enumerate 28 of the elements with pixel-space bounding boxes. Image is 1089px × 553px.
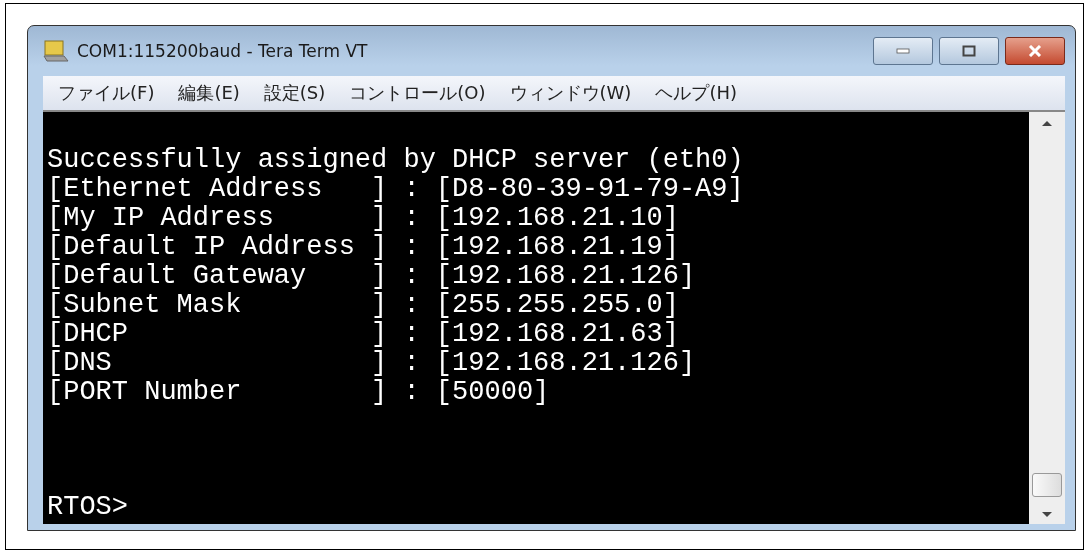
command-prompt: RTOS>	[47, 492, 128, 522]
minimize-button[interactable]	[873, 37, 933, 65]
maximize-button[interactable]	[939, 37, 999, 65]
terminal-line: [Default IP Address ] : [192.168.21.19]	[47, 232, 679, 262]
terminal-line: [DHCP ] : [192.168.21.63]	[47, 319, 679, 349]
menu-item[interactable]: 設定(S)	[263, 81, 326, 105]
terminal-line: [Subnet Mask ] : [255.255.255.0]	[47, 290, 679, 320]
scroll-up-icon[interactable]	[1041, 120, 1053, 127]
menu-item[interactable]: コントロール(O)	[349, 81, 486, 105]
scroll-down-icon[interactable]	[1041, 511, 1053, 518]
terminal-line: [Ethernet Address ] : [D8-80-39-91-79-A9]	[47, 174, 744, 204]
window-title: COM1:115200baud - Tera Term VT	[77, 41, 368, 61]
terminal-line: Successfully assigned by DHCP server (eth0)	[47, 145, 744, 175]
terminal-line: [Default Gateway ] : [192.168.21.126]	[47, 261, 696, 291]
minimize-icon	[896, 48, 910, 54]
maximize-icon	[962, 45, 976, 57]
menu-item[interactable]: ヘルプ(H)	[655, 81, 737, 105]
terminal-line: [DNS ] : [192.168.21.126]	[47, 348, 696, 378]
close-icon	[1027, 45, 1043, 57]
terminal-line: [My IP Address ] : [192.168.21.10]	[47, 203, 679, 233]
menu-item[interactable]: ファイル(F)	[58, 81, 155, 105]
terminal-app-icon	[43, 40, 69, 62]
menu-item[interactable]: 編集(E)	[178, 81, 240, 105]
vertical-scrollbar[interactable]	[1029, 112, 1065, 524]
close-button[interactable]	[1005, 37, 1065, 65]
menu-item[interactable]: ウィンドウ(W)	[509, 81, 632, 105]
terminal-line: [PORT Number ] : [50000]	[47, 377, 550, 407]
scrollbar-thumb[interactable]	[1032, 473, 1062, 497]
